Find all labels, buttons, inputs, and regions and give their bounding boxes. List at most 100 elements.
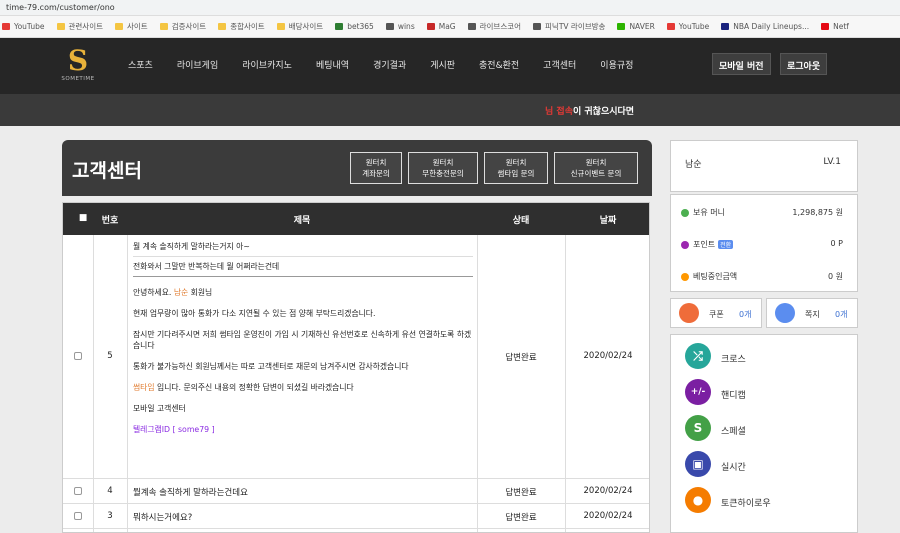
bookmark-item[interactable]: 검증사이트 <box>159 21 206 32</box>
nav-item-sports[interactable]: 스포츠 <box>128 58 153 71</box>
betting-pin-icon <box>681 272 689 281</box>
bookmark-item[interactable]: NAVER <box>617 22 655 31</box>
game-label: 핸디캡 <box>721 391 746 401</box>
site-logo[interactable]: S SOMETIME <box>58 46 98 90</box>
point-pin-icon <box>681 240 689 249</box>
row-title[interactable]: 뭘계속 솔직하게 말하라는건데요 <box>133 486 248 498</box>
onetouch-account-button[interactable]: 원터치 계좌문의 <box>350 152 402 184</box>
greeting-name: 남순 <box>173 288 189 297</box>
mobile-version-button[interactable]: 모바일 버전 <box>712 53 771 75</box>
bookmark-item[interactable]: wins <box>385 22 415 31</box>
game-item-token[interactable]: ● 토큰하이로우 <box>685 487 845 517</box>
bookmark-item[interactable]: YouTube <box>666 22 710 31</box>
row-title[interactable]: 뭐하시는거에요? <box>133 511 192 523</box>
row-checkbox[interactable] <box>74 487 82 495</box>
telegram-id[interactable]: 텔레그램ID [ some79 ] <box>133 424 473 435</box>
nav-item-board[interactable]: 게시판 <box>430 58 455 71</box>
cross-icon: ⤮ <box>685 343 711 369</box>
site-header: S SOMETIME 스포츠 라이브게임 라이브카지노 베팅내역 경기결과 게시… <box>0 38 900 94</box>
table-header: ■ 번호 제목 상태 날짜 <box>63 203 649 235</box>
header-date: 날짜 <box>599 216 617 226</box>
bookmark-icon <box>115 23 123 30</box>
bookmark-item[interactable]: 배당사이트 <box>276 21 324 32</box>
bookmark-item[interactable]: Netf <box>821 22 849 31</box>
bookmark-item[interactable]: 관련사이트 <box>56 21 104 32</box>
inquiry-detail: 뭘 계속 솔직하게 말하라는거지 아~ 전화와서 그말만 반복하는데 뭘 어쩌라… <box>133 241 473 445</box>
game-item-handicap[interactable]: +/- 핸디캡 <box>685 379 845 409</box>
bookmark-label: 피닉TV 라이브방송 <box>545 22 606 31</box>
message-box[interactable]: 쪽지 0개 <box>766 298 858 328</box>
handicap-icon: +/- <box>685 379 711 405</box>
bookmark-label: 관련사이트 <box>68 22 104 31</box>
row-number: 4 <box>107 486 113 496</box>
bookmark-item[interactable]: NBA Daily Lineups... <box>721 22 809 31</box>
bookmark-label: YouTube <box>678 22 710 31</box>
money-row-balance: 보유 머니 1,298,875 원 <box>681 207 851 218</box>
game-label: 크로스 <box>721 355 746 365</box>
button-line2: 무한충전문의 <box>422 169 464 178</box>
button-line1: 원터치 <box>505 158 527 167</box>
game-item-live[interactable]: ▣ 실시간 <box>685 451 845 481</box>
game-menu: ⤮ 크로스 +/- 핸디캡 S 스페셜 ▣ 실시간 ● 토큰하이로우 <box>670 334 858 533</box>
coupon-label: 쿠폰 <box>709 310 724 319</box>
inquiry-title[interactable]: 뭘 계속 솔직하게 말하라는거지 아~ <box>133 241 473 252</box>
bookmark-icon <box>721 23 730 30</box>
table-row-expanded[interactable]: 5 뭘 계속 솔직하게 말하라는거지 아~ 전화와서 그말만 반복하는데 뭘 어… <box>63 235 649 479</box>
game-item-special[interactable]: S 스페셜 <box>685 415 845 445</box>
money-pin-icon <box>681 208 689 217</box>
message-label: 쪽지 <box>805 310 820 319</box>
bookmark-icon <box>426 23 435 30</box>
money-value: 1,298,875 원 <box>792 208 843 217</box>
bookmark-label: Netf <box>833 22 849 31</box>
bookmark-icon <box>617 23 626 30</box>
answer-p3: 통화가 불가능하신 회원님께서는 따로 고객센터로 재문의 남겨주시면 감사하겠… <box>133 362 409 371</box>
money-box: 보유 머니 1,298,875 원 포인트 전환 0 P 베팅중인금액 0 원 <box>670 194 858 292</box>
user-info-box: 남순 LV.1 <box>670 140 858 192</box>
bookmark-item[interactable]: 사이트 <box>115 21 148 32</box>
notice-highlight: 님 접속 <box>545 107 573 117</box>
support-panel-header: 고객센터 원터치 계좌문의 원터치 무한충전문의 원터치 썸타임 문의 원터치 신규이벤… <box>62 140 652 196</box>
nav-item-deposit[interactable]: 충전&환전 <box>479 58 519 71</box>
url-bar[interactable]: time-79.com/customer/ono <box>0 0 900 16</box>
bookmark-item[interactable]: 라이브스코어 <box>467 21 521 32</box>
header-status: 상태 <box>512 216 530 226</box>
table-row[interactable]: 3 뭐하시는거에요? 답변완료 2020/02/24 <box>63 504 649 529</box>
coupon-box[interactable]: 쿠폰 0개 <box>670 298 762 328</box>
bookmark-icon <box>335 23 344 30</box>
nav-item-rules[interactable]: 이용규정 <box>600 58 633 71</box>
point-convert-button[interactable]: 전환 <box>718 240 734 249</box>
game-item-cross[interactable]: ⤮ 크로스 <box>685 343 845 373</box>
header-check[interactable]: ■ <box>73 213 93 223</box>
nav-item-results[interactable]: 경기결과 <box>373 58 406 71</box>
coupon-count: 0개 <box>739 310 752 319</box>
nav-item-support[interactable]: 고객센터 <box>543 58 576 71</box>
column-divider <box>93 235 94 532</box>
onetouch-event-button[interactable]: 원터치 신규이벤트 문의 <box>554 152 638 184</box>
bookmark-icon <box>276 23 285 30</box>
nav-item-bet-history[interactable]: 베팅내역 <box>316 58 349 71</box>
notice-bar: 님 접속이 귀찮으시다면 <box>0 94 900 126</box>
bookmark-item[interactable]: YouTube <box>2 22 45 31</box>
bookmark-label: 배당사이트 <box>288 22 324 31</box>
button-line2: 계좌문의 <box>362 169 390 178</box>
logout-button[interactable]: 로그아웃 <box>780 53 828 75</box>
onetouch-unlimited-button[interactable]: 원터치 무한충전문의 <box>408 152 478 184</box>
page-title: 고객센터 <box>72 160 142 182</box>
bookmark-item[interactable]: bet365 <box>335 22 374 31</box>
main-nav: 스포츠 라이브게임 라이브카지노 베팅내역 경기결과 게시판 충전&환전 고객센… <box>128 58 657 71</box>
bookmark-item[interactable]: 종합사이트 <box>218 21 265 32</box>
row-checkbox[interactable] <box>74 512 82 520</box>
onetouch-sometime-button[interactable]: 원터치 썸타임 문의 <box>484 152 548 184</box>
nav-item-live-casino[interactable]: 라이브카지노 <box>242 58 292 71</box>
row-checkbox[interactable] <box>74 352 82 360</box>
table-row[interactable]: 4 뭘계속 솔직하게 말하라는건데요 답변완료 2020/02/24 <box>63 479 649 504</box>
bookmark-label: 사이트 <box>127 22 148 31</box>
logo-s-icon: S <box>67 44 89 77</box>
bookmark-item[interactable]: MaG <box>426 22 456 31</box>
nav-item-live-game[interactable]: 라이브게임 <box>177 58 218 71</box>
signature-brand: 썸타임 <box>133 383 155 392</box>
bookmark-label: wins <box>397 22 415 31</box>
bookmark-item[interactable]: 피닉TV 라이브방송 <box>533 21 605 32</box>
answer-signature: 썸타임 입니다. 문의주신 내용의 정확한 답변이 되셨길 바라겠습니다 <box>133 382 473 393</box>
column-divider <box>477 235 478 532</box>
